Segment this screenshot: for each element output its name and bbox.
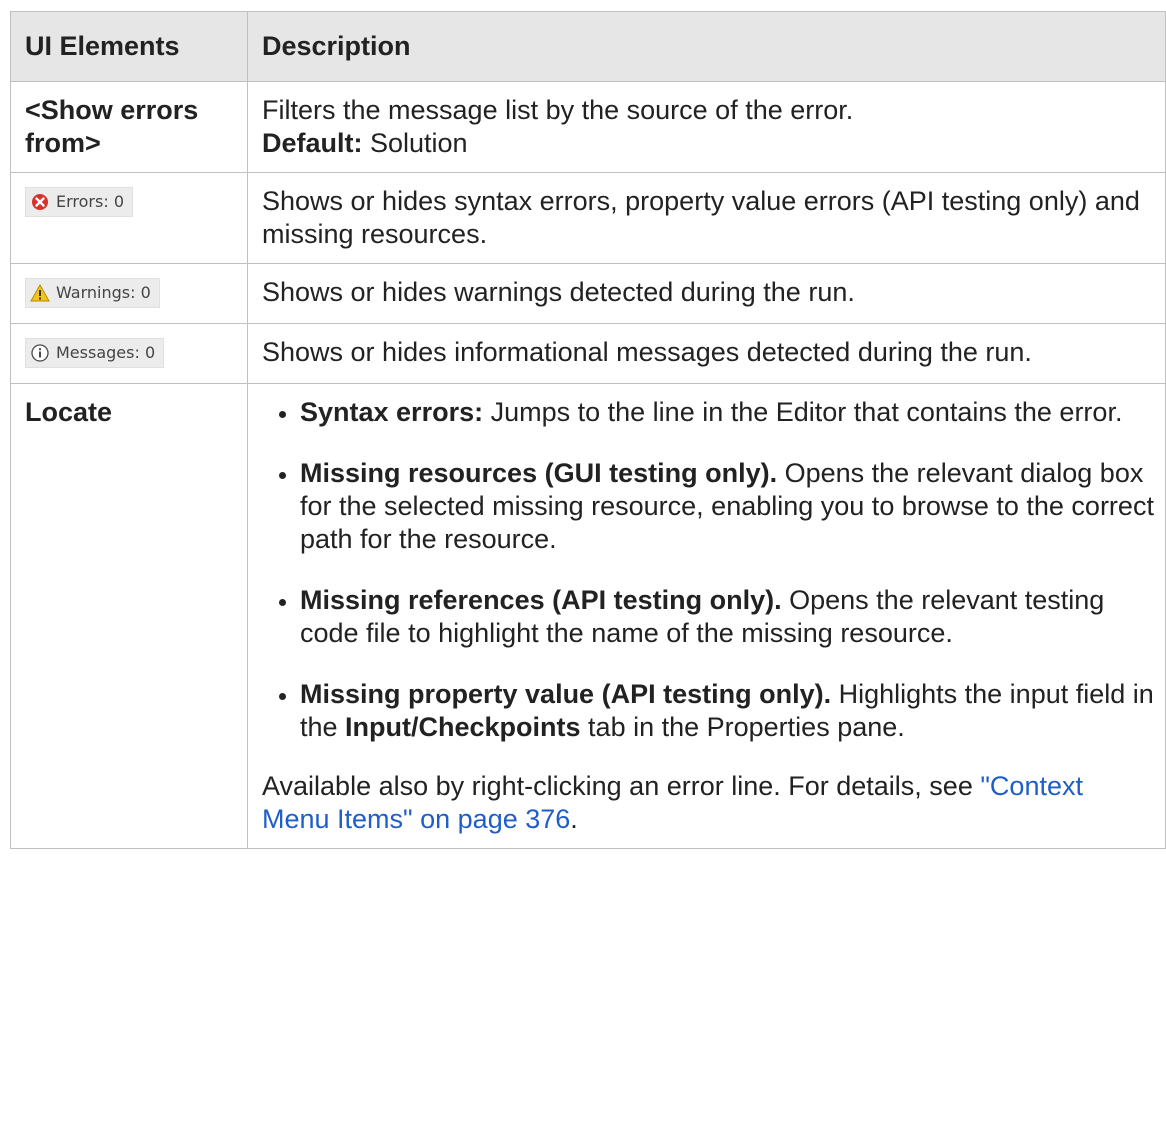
list-item: Missing resources (GUI testing only). Op…: [262, 457, 1157, 556]
bullet-title: Missing references (API testing only).: [300, 585, 782, 615]
errors-filter-button[interactable]: Errors: 0: [25, 187, 133, 217]
ui-element-cell: Messages: 0: [10, 323, 248, 384]
default-value: Solution: [362, 128, 468, 158]
list-item: Syntax errors: Jumps to the line in the …: [262, 396, 1157, 429]
error-icon: [32, 194, 48, 210]
table-row: Locate Syntax errors: Jumps to the line …: [10, 383, 1166, 849]
messages-count-label: Messages: 0: [56, 343, 156, 362]
messages-filter-button[interactable]: Messages: 0: [25, 338, 165, 368]
locate-note: Available also by right-clicking an erro…: [262, 770, 1157, 836]
bullet-text: tab in the Properties pane.: [580, 712, 905, 742]
bullet-title: Missing resources (GUI testing only).: [300, 458, 778, 488]
warning-icon: [30, 283, 50, 302]
table-row: Errors: 0 Shows or hides syntax errors, …: [10, 172, 1166, 264]
note-end: .: [570, 804, 578, 834]
bullet-tab-name: Input/Checkpoints: [345, 712, 581, 742]
warnings-filter-button[interactable]: Warnings: 0: [25, 278, 160, 308]
bullet-title: Missing property value (API testing only…: [300, 679, 832, 709]
bullet-title: Syntax errors:: [300, 397, 484, 427]
note-text: Available also by right-clicking an erro…: [262, 771, 981, 801]
description-cell: Shows or hides warnings detected during …: [247, 263, 1166, 324]
ui-element-cell: Warnings: 0: [10, 263, 248, 324]
ui-element-locate: Locate: [10, 383, 248, 849]
list-item: Missing property value (API testing only…: [262, 678, 1157, 744]
list-item: Missing references (API testing only). O…: [262, 584, 1157, 650]
default-label: Default:: [262, 128, 363, 158]
column-header-ui-elements: UI Elements: [10, 11, 248, 82]
ui-elements-table: UI Elements Description <Show errors fro…: [10, 11, 1166, 849]
default-line: Default: Solution: [262, 127, 1157, 160]
table-header-row: UI Elements Description: [10, 11, 1166, 82]
ui-element-show-errors-from: <Show errors from>: [10, 81, 248, 173]
table-row: Warnings: 0 Shows or hides warnings dete…: [10, 263, 1166, 324]
warnings-count-label: Warnings: 0: [56, 283, 151, 302]
info-icon: [31, 344, 49, 362]
table-row: <Show errors from> Filters the message l…: [10, 81, 1166, 173]
description-cell: Filters the message list by the source o…: [247, 81, 1166, 173]
bullet-text: Jumps to the line in the Editor that con…: [483, 397, 1123, 427]
description-cell: Shows or hides syntax errors, property v…: [247, 172, 1166, 264]
errors-count-label: Errors: 0: [56, 192, 124, 211]
column-header-description: Description: [247, 11, 1166, 82]
ui-element-cell: Errors: 0: [10, 172, 248, 264]
locate-bullet-list: Syntax errors: Jumps to the line in the …: [262, 396, 1157, 744]
table-row: Messages: 0 Shows or hides informational…: [10, 323, 1166, 384]
description-cell: Shows or hides informational messages de…: [247, 323, 1166, 384]
description-text: Filters the message list by the source o…: [262, 95, 854, 125]
description-cell: Syntax errors: Jumps to the line in the …: [247, 383, 1166, 849]
